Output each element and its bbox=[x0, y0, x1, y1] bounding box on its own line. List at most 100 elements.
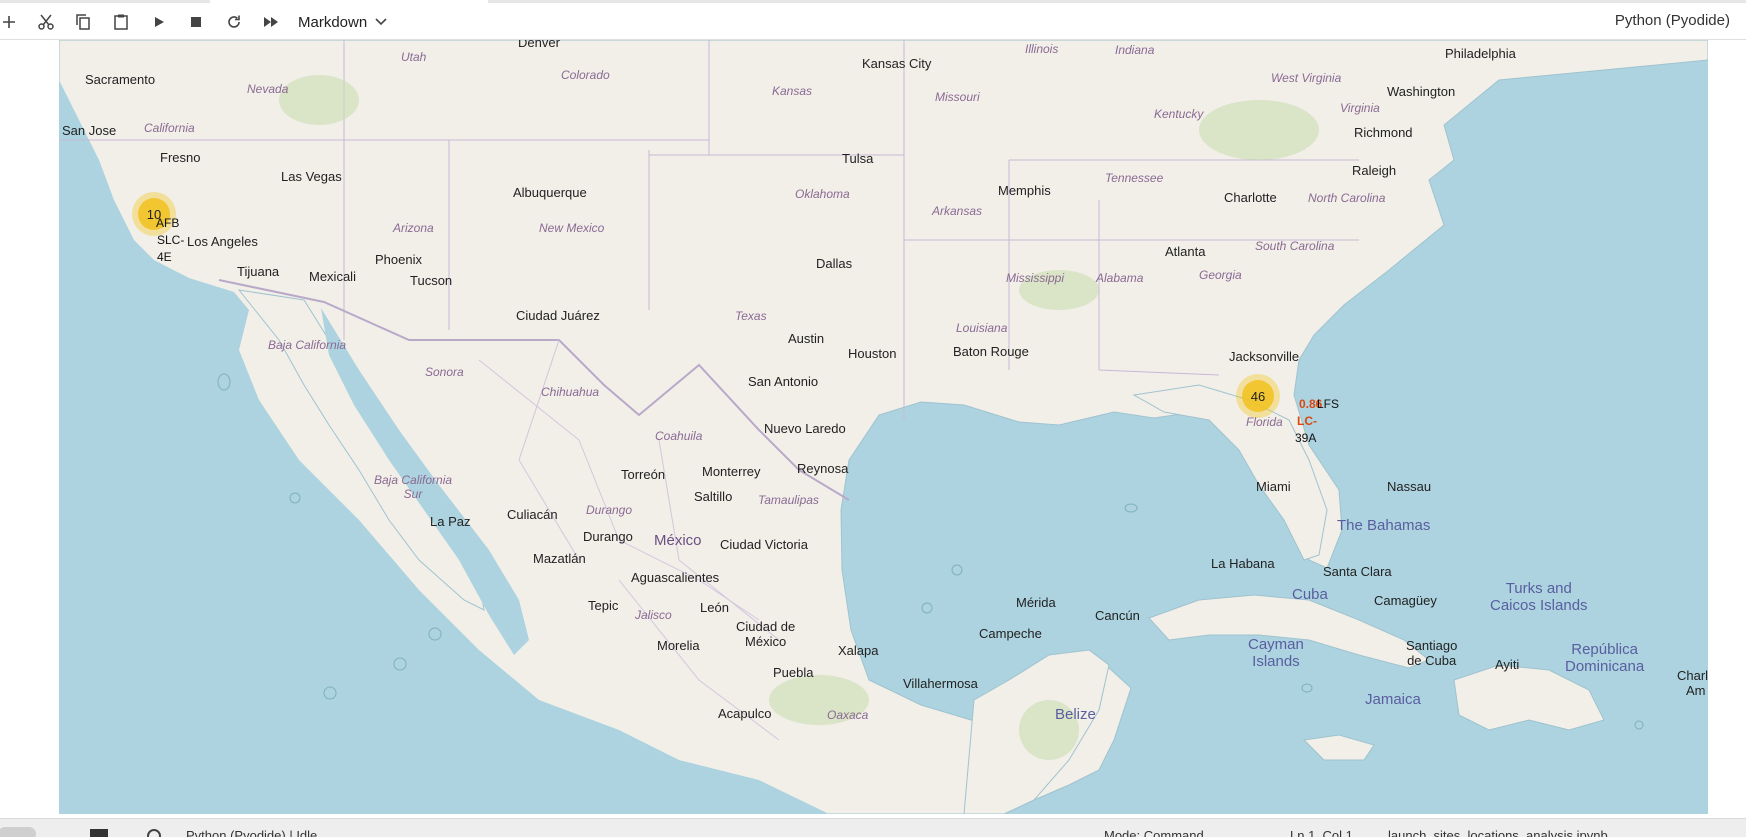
city-label: Kansas City bbox=[862, 56, 932, 71]
city-label: Santa Clara bbox=[1323, 564, 1392, 579]
country-label: The Bahamas bbox=[1337, 517, 1431, 534]
city-label: Mérida bbox=[1016, 595, 1056, 610]
region-label: North Carolina bbox=[1308, 191, 1386, 205]
stop-button[interactable] bbox=[183, 9, 209, 35]
restart-button[interactable] bbox=[221, 9, 247, 35]
region-label: Illinois bbox=[1025, 42, 1059, 56]
city-label: Ciudad Juárez bbox=[516, 308, 600, 323]
city-label: Villahermosa bbox=[903, 676, 978, 691]
region-label: Sonora bbox=[425, 365, 464, 379]
city-label: Tepic bbox=[588, 598, 619, 613]
region-label: Kansas bbox=[772, 84, 813, 98]
restart-run-all-button[interactable] bbox=[258, 9, 284, 35]
country-label: Cuba bbox=[1292, 586, 1328, 603]
launch-site-marker[interactable]: SLC- bbox=[157, 233, 184, 247]
kernel-name[interactable]: Python (Pyodide) bbox=[1615, 12, 1730, 29]
region-label: Indiana bbox=[1115, 43, 1155, 57]
map-output[interactable]: Denver Sacramento San Jose Fresno Las Ve… bbox=[59, 40, 1708, 814]
run-button[interactable] bbox=[146, 9, 172, 35]
city-label: Atlanta bbox=[1165, 244, 1206, 259]
region-label: Utah bbox=[401, 50, 427, 64]
city-label: Torreón bbox=[621, 467, 666, 482]
copy-icon bbox=[76, 14, 90, 30]
city-label: Nuevo Laredo bbox=[764, 421, 846, 436]
cut-button[interactable] bbox=[33, 9, 59, 35]
copy-button[interactable] bbox=[70, 9, 96, 35]
city-label: Campeche bbox=[979, 626, 1042, 641]
region-label: Chihuahua bbox=[541, 385, 600, 399]
marker-cluster-east[interactable]: 46 bbox=[1236, 374, 1280, 418]
region-label: Nevada bbox=[247, 82, 289, 96]
status-bar: Python (Pyodide) | Idle Mode: Command Ln… bbox=[0, 818, 1746, 837]
region-label: Arizona bbox=[393, 221, 434, 235]
city-label: Am bbox=[1686, 683, 1706, 698]
city-label: Camagüey bbox=[1374, 593, 1437, 608]
launch-site-marker[interactable]: LFS bbox=[1317, 397, 1339, 411]
city-label: Tijuana bbox=[237, 264, 280, 279]
city-label: Fresno bbox=[160, 150, 201, 165]
launch-site-marker[interactable]: LC- bbox=[1297, 414, 1317, 428]
chevron-down-icon bbox=[375, 18, 387, 26]
city-label: Las Vegas bbox=[281, 169, 342, 184]
region-label: New Mexico bbox=[539, 221, 605, 235]
city-label: Xalapa bbox=[838, 643, 879, 658]
region-label: Colorado bbox=[561, 68, 610, 82]
region-label: Baja California Sur bbox=[374, 473, 453, 501]
country-label: Jamaica bbox=[1365, 691, 1421, 708]
city-label: Monterrey bbox=[702, 464, 761, 479]
plus-icon bbox=[3, 16, 15, 28]
region-label: Tamaulipas bbox=[758, 493, 819, 507]
country-label: República Dominicana bbox=[1565, 641, 1645, 675]
cell-type-label: Markdown bbox=[298, 13, 368, 31]
city-label: Los Angeles bbox=[187, 234, 258, 249]
cell-type-dropdown[interactable]: Markdown bbox=[298, 9, 387, 35]
launch-site-marker[interactable]: 4E bbox=[157, 250, 172, 264]
city-label: Culiacán bbox=[507, 507, 558, 522]
city-label: San Jose bbox=[62, 123, 117, 138]
launch-site-marker[interactable]: AFB bbox=[156, 216, 179, 230]
city-label: Tulsa bbox=[842, 151, 874, 166]
city-label: Jacksonville bbox=[1229, 349, 1300, 364]
region-label: Oaxaca bbox=[827, 708, 869, 722]
region-label: Mississippi bbox=[1006, 271, 1065, 285]
region-label: Virginia bbox=[1340, 101, 1380, 115]
city-label: León bbox=[700, 600, 729, 615]
city-label: Houston bbox=[848, 346, 897, 361]
city-label: Charlotte bbox=[1224, 190, 1277, 205]
region-label: West Virginia bbox=[1271, 71, 1342, 85]
launch-site-marker[interactable]: 39A bbox=[1295, 431, 1316, 445]
region-label: Jalisco bbox=[635, 608, 672, 622]
region-label: Georgia bbox=[1199, 268, 1242, 282]
city-label: Dallas bbox=[816, 256, 853, 271]
clipboard-icon bbox=[114, 14, 128, 30]
basemap bbox=[59, 40, 1708, 814]
stop-icon bbox=[191, 17, 201, 27]
region-label: Baja California bbox=[268, 338, 347, 352]
fast-forward-icon bbox=[264, 17, 278, 27]
region-label: Louisiana bbox=[956, 321, 1008, 335]
play-icon bbox=[155, 17, 164, 27]
city-label: Aguascalientes bbox=[631, 570, 720, 585]
city-label: Raleigh bbox=[1352, 163, 1397, 178]
city-label: Sacramento bbox=[85, 72, 156, 87]
city-label: Cancún bbox=[1095, 608, 1140, 623]
city-label: Acapulco bbox=[718, 706, 772, 721]
notebook-toolbar: Markdown Python (Pyodide) bbox=[0, 3, 1746, 40]
city-label: Ciudad de México bbox=[736, 619, 796, 649]
city-label: Denver bbox=[518, 40, 560, 50]
city-label: Mexicali bbox=[309, 269, 356, 284]
city-label: Nassau bbox=[1387, 479, 1432, 494]
country-label: Belize bbox=[1055, 706, 1096, 723]
region-label: Oklahoma bbox=[795, 187, 850, 201]
paste-button[interactable] bbox=[108, 9, 134, 35]
region-label: Kentucky bbox=[1154, 107, 1204, 121]
city-label: Morelia bbox=[657, 638, 700, 653]
city-label: La Habana bbox=[1211, 556, 1275, 571]
add-cell-button[interactable] bbox=[0, 9, 22, 35]
country-label: México bbox=[654, 532, 702, 549]
cluster-count: 46 bbox=[1242, 380, 1274, 412]
city-label: Tucson bbox=[410, 273, 453, 288]
region-label: Arkansas bbox=[932, 204, 983, 218]
city-label: Philadelphia bbox=[1445, 46, 1516, 61]
region-label: Missouri bbox=[935, 90, 980, 104]
